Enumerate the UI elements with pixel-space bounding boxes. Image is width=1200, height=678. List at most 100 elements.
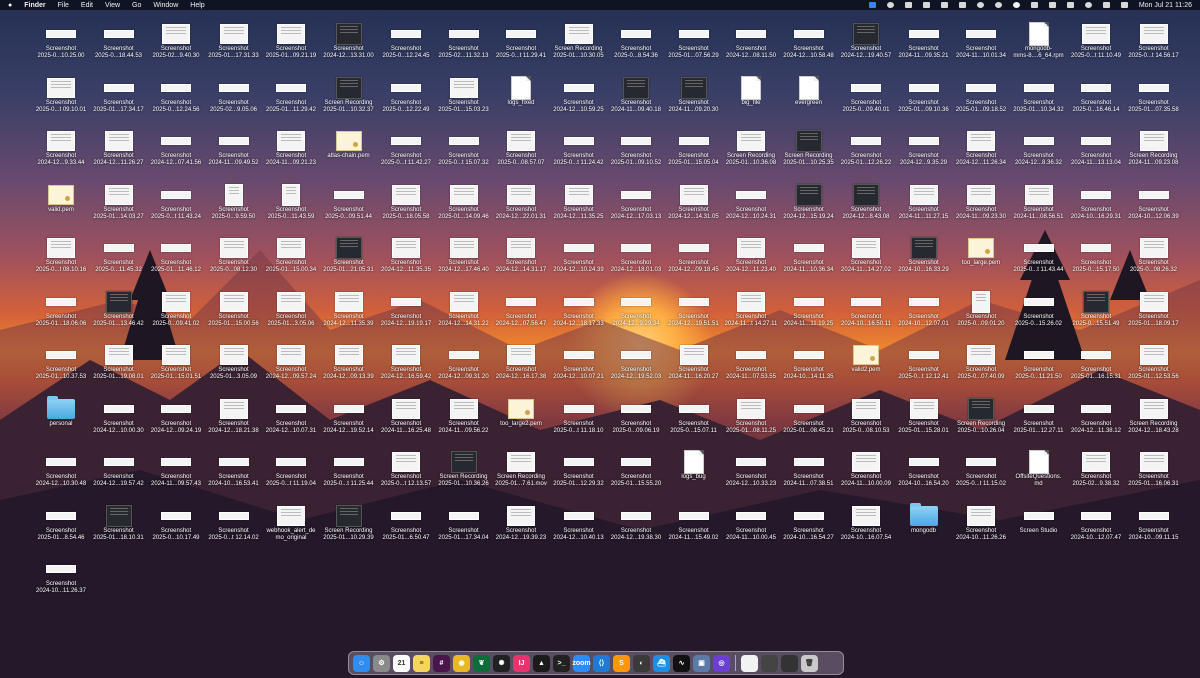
dock-cursor-icon[interactable]: ▲ [533,654,550,672]
desktop-icon[interactable]: Screenshot 2024-10...16.50.11 [837,292,895,328]
desktop-icon[interactable]: Screenshot 2024-12...10.00.30 [90,399,148,435]
desktop-icon[interactable]: Screenshot 2024-12...11.35.25 [550,184,608,221]
desktop-icon[interactable]: Screenshot 2025-0...t 11.10.49 [1067,24,1125,60]
desktop-icon[interactable]: Screen Recording 2025-01...10.30.05 [550,24,608,60]
menu-view[interactable]: View [105,2,120,9]
dock-notes-icon[interactable]: ≡ [413,654,430,672]
desktop-icon[interactable]: Screenshot 2024-12...11.26.34 [952,131,1010,167]
cloud-icon[interactable] [904,2,912,8]
desktop-icon[interactable]: Screenshot 2024-12...19.40.57 [837,23,895,60]
desktop-icon[interactable]: Screenshot 2025-01...15.03.23 [435,77,493,114]
desktop-icon[interactable]: Screenshot 2024-12...10.58.48 [780,24,838,60]
desktop-icon[interactable]: Screenshot 2025-01...07.35.58 [1125,78,1183,114]
desktop-icon[interactable]: Screenshot 2024-12...10.59.25 [550,78,608,114]
desktop-icon[interactable]: Screenshot 2024-12...19.19.17 [377,292,435,328]
desktop-icon[interactable]: Screenshot 2024-10...16.07.54 [837,505,895,542]
desktop-icon[interactable]: Screenshot 2025-01...3.05.09 [205,345,263,381]
desktop-icon[interactable]: Screenshot 2025-01...15.55.20 [607,452,665,488]
desktop-icon[interactable]: Screenshot 2025-0...07.40.09 [952,345,1010,381]
desktop-icon[interactable]: Screenshot 2024-10...16.54.27 [780,506,838,542]
search-icon[interactable] [1102,2,1110,8]
play-icon[interactable] [1048,2,1056,8]
desktop-icon[interactable]: Screenshot 2025-0...t 11.29.41 [492,24,550,60]
desktop-icon[interactable]: Screen Recording 2025-01...10.36.08 [722,131,780,167]
desktop-icon[interactable]: Screenshot 2025-0...t 11.42.27 [377,131,435,167]
slack-status-icon[interactable] [1012,2,1020,8]
desktop-icon[interactable]: Screenshot 2025-01...13.46.42 [90,290,148,328]
desktop-icon[interactable]: Screenshot 2025-01...15.00.34 [262,238,320,274]
desktop-icon[interactable]: Screenshot 2024-12...11.38.12 [1067,399,1125,435]
desktop-icon[interactable]: Screenshot 2025-0...t 11.43.44 [1010,238,1068,274]
desktop-icon[interactable]: Screenshot 2024-11...09.57.43 [147,452,205,488]
desktop-icon[interactable]: Screenshot 2024-12...10.30.48 [32,452,90,488]
desktop-icon[interactable]: Screenshot 2025-0...t 11.15.02 [952,452,1010,488]
desktop-icon[interactable]: Screenshot 2025-0...9.59.50 [205,183,263,221]
dock-vscode-icon[interactable]: ⟨⟩ [593,654,610,672]
desktop-icon[interactable]: Screenshot 2025-0...09.41.02 [147,291,205,328]
desktop-icon[interactable]: Screenshot 2024-11...10.00.09 [837,452,895,488]
dock-copilot-icon[interactable]: ◐ [633,654,650,672]
dock-window-1-icon[interactable] [761,654,778,672]
dots-icon[interactable] [940,2,948,8]
desktop-icon[interactable]: Screenshot 2025-01...17.31.33 [205,24,263,60]
desktop-icon[interactable]: Screenshot 2024-11...09.21.23 [262,131,320,167]
screen-icon[interactable] [958,2,966,8]
menu-file[interactable]: File [58,2,69,9]
desktop-icon[interactable]: Screenshot 2024-10...12.07.47 [1067,506,1125,542]
desktop-icon[interactable]: Screenshot 2024-12...9.35.29 [895,131,953,167]
desktop-icon[interactable]: Screenshot 2024-12...14.31.17 [492,238,550,274]
desktop-icon[interactable]: Screenshot 2025-0...08.26.32 [1125,238,1183,274]
desktop-icon[interactable]: Screenshot 2025-01...11.46.12 [147,238,205,274]
desktop-icon[interactable]: Screenshot 2025-0...t 09.10.01 [32,77,90,114]
desktop-icon[interactable]: Screenshot 2025-01...21.05.31 [320,237,378,274]
desktop-icon[interactable]: mongodb [895,502,953,535]
dock-mongodb-compass-icon[interactable]: ❦ [473,654,490,672]
desktop-icon[interactable]: Screenshot 2025-01...12.26.22 [837,131,895,167]
desktop-icon[interactable]: Screenshot 2024-11...10.36.34 [780,238,838,274]
desktop-icon[interactable]: personal [32,395,90,428]
desktop-icon[interactable]: Screenshot 2025-0...t 11.24.42 [550,131,608,167]
desktop-icon[interactable]: Screenshot 2025-02...9.38.32 [1067,452,1125,488]
desktop-icon[interactable]: Screenshot 2025-01...15.01.51 [147,345,205,381]
desktop-icon[interactable]: Screenshot 2024-11...09.35.21 [895,24,953,60]
desktop-icon[interactable]: Screen Recording 2025-01...10.32.37 [320,76,378,114]
desktop-icon[interactable]: logs_fixed [492,75,550,107]
desktop-icon[interactable]: Screenshot 2025-01...16.06.31 [1125,452,1183,488]
desktop-icon[interactable]: Screenshot 2025-01...10.37.53 [32,345,90,381]
battery-icon[interactable] [1066,2,1074,8]
control-center-icon[interactable] [1120,2,1128,8]
desktop-icon[interactable]: Screenshot 2025-0...08.57.07 [492,131,550,167]
desktop-icon[interactable]: Screenshot 2024-12...10.07.21 [550,345,608,381]
desktop-icon[interactable]: Screenshot 2025-01...12.27.11 [1010,399,1068,435]
apple-menu-icon[interactable]: ● [8,2,12,9]
desktop-icon[interactable]: Screenshot 2025-01...12.53.56 [1125,345,1183,381]
desktop-icon[interactable]: atlas-chain.pem [320,131,378,160]
desktop-icon[interactable]: Screenshot 2024-12...09.24.19 [147,399,205,435]
desktop-icon[interactable]: Screenshot 2024-11...07.53.55 [722,345,780,381]
desktop-icon[interactable]: Screenshot 2025-0...15.26.02 [1010,292,1068,328]
desktop-icon[interactable]: Screen Recording 2025-01...10.36.26 [435,451,493,488]
desktop-icon[interactable]: Screenshot 2025-0...t 08.10.16 [32,238,90,274]
desktop-icon[interactable]: Screenshot 2024-12...11.26.27 [90,131,148,167]
desktop-icon[interactable]: Screenshot 2024-12...19.52.03 [607,345,665,381]
dock-finder-icon[interactable]: ☺ [353,654,370,672]
desktop-icon[interactable]: Screenshot 2025-01...09.18.52 [952,78,1010,114]
desktop-icon[interactable]: Screenshot 2025-0...12.22.49 [377,78,435,114]
music-icon[interactable] [922,2,930,8]
desktop-icon[interactable]: Screenshot 2024-12...10.24.39 [550,238,608,274]
desktop-icon[interactable]: Screenshot 2024-12...19.51.51 [665,292,723,328]
desktop-icon[interactable]: Screenshot 2025-0...12.24.45 [377,24,435,60]
desktop-icon[interactable]: Screenshot 2025-0...15.51.49 [1067,290,1125,328]
desktop-icon[interactable]: Screenshot 2025-01...14.03.27 [90,184,148,221]
dock-docker-icon[interactable]: ⛴ [653,654,670,672]
desktop-icon[interactable]: mongodb-mms-8....6_64.rpm [1010,22,1068,60]
desktop-icon[interactable]: Screenshot 2025-01...6.50.47 [377,506,435,542]
menu-go[interactable]: Go [132,2,141,9]
menu-clock[interactable]: Mon Jul 21 11:26 [1139,2,1192,9]
dock-chrome-icon[interactable]: ◉ [453,654,470,672]
desktop-icon[interactable]: Screenshot 2024-12...11.23.40 [722,238,780,274]
desktop-icon[interactable]: Screenshot 2025-0...08.10.53 [837,398,895,435]
menu-window[interactable]: Window [153,2,178,9]
desktop-icon[interactable]: Screenshot 2024-12...07.56.47 [492,292,550,328]
dock-activity-icon[interactable]: ∿ [673,654,690,672]
